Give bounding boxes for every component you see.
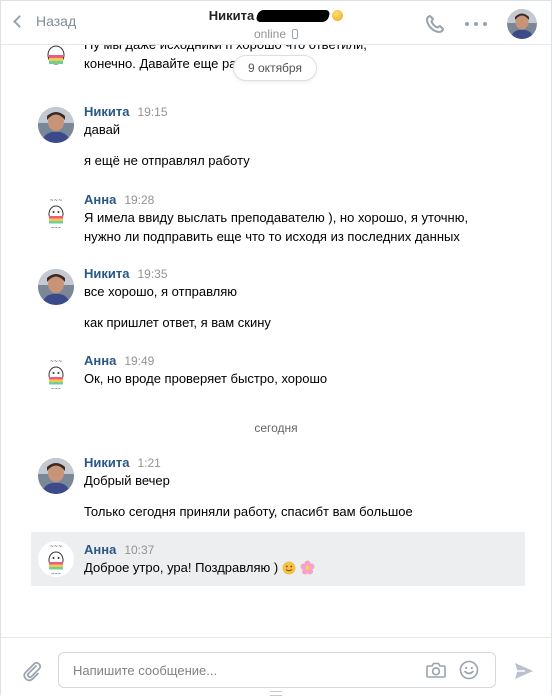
chevron-left-icon [13, 15, 26, 28]
message-input-box[interactable] [58, 652, 496, 688]
smile-emoji-icon [282, 561, 296, 574]
peer-avatar[interactable] [507, 9, 537, 39]
avatar[interactable]: ~~~ ~~~ [38, 356, 74, 392]
flower-emoji-icon [300, 560, 315, 575]
composer [1, 637, 551, 699]
resize-handle[interactable] [270, 691, 282, 696]
message-text: Ок, но вроде проверяет быстро, хорошо [84, 371, 328, 386]
avatar[interactable]: ~~~ ~~~ [38, 195, 74, 231]
mobile-icon [292, 29, 299, 39]
message-time[interactable]: 1:21 [137, 456, 160, 470]
message-time[interactable]: 19:28 [124, 193, 154, 207]
back-label: Назад [36, 13, 77, 29]
message-time[interactable]: 10:37 [124, 543, 154, 557]
svg-text:~~~: ~~~ [50, 359, 63, 365]
avatar[interactable] [38, 458, 74, 494]
avatar [38, 45, 74, 71]
smile-emoji-icon [332, 10, 344, 21]
message-text: я ещё не отправлял работу [84, 153, 250, 168]
message-text: как пришлет ответ, я вам скину [84, 315, 271, 330]
svg-text:~~~: ~~~ [51, 386, 61, 391]
more-icon[interactable] [465, 10, 487, 38]
avatar[interactable]: ~~~ ~~~ [38, 541, 74, 577]
message-text: все хорошо, я отправляю [84, 284, 238, 299]
message-group[interactable]: Никита 19:15 давай я ещё не отправлял ра… [31, 103, 525, 177]
svg-text:~~~: ~~~ [50, 544, 63, 550]
message-text: Только сегодня приняли работу, спасибт в… [84, 504, 413, 519]
chat-window: Назад Никита online 9 октября конечно. Д… [0, 0, 552, 699]
avatar[interactable] [38, 269, 74, 305]
message-text: Ну мы даже исходники п хорошо что ответи… [84, 45, 524, 54]
message-author[interactable]: Никита [84, 266, 129, 281]
day-separator: сегодня [254, 421, 298, 435]
message-group[interactable]: ~~~ ~~~ Анна 19:28 Я имела ввиду выслать… [31, 191, 525, 251]
svg-text:~~~: ~~~ [51, 571, 61, 576]
avatar[interactable] [38, 107, 74, 143]
peer-status: online [253, 27, 287, 41]
message-text: нужно ли подправить еще что то исходя из… [84, 229, 460, 244]
emoji-icon[interactable] [459, 660, 479, 680]
message-author[interactable]: Никита [84, 455, 129, 470]
phone-call-icon[interactable] [421, 10, 449, 38]
redaction-bar [255, 9, 331, 22]
svg-text:~~~: ~~~ [51, 225, 61, 230]
chat-header: Назад Никита online [1, 1, 551, 45]
peer-name: Никита [208, 8, 255, 23]
message-text: Доброе утро, ура! Поздравляю ) [84, 560, 279, 575]
svg-text:~~~: ~~~ [50, 198, 63, 204]
message-text: давай [84, 122, 121, 137]
message-group[interactable]: Никита 1:21 Добрый вечер Только сегодня … [31, 454, 525, 528]
message-author[interactable]: Анна [84, 542, 116, 557]
send-icon[interactable] [513, 660, 535, 682]
message-author[interactable]: Анна [84, 353, 116, 368]
message-text: Я имела ввиду выслать преподавателю ), н… [84, 210, 469, 225]
message-group[interactable]: Никита 19:35 все хорошо, я отправляю как… [31, 265, 525, 339]
message-group-highlighted[interactable]: ~~~ ~~~ Анна 10:37 Доброе утро, ура! Поз… [31, 532, 525, 586]
back-button[interactable]: Назад [13, 13, 77, 29]
paperclip-icon[interactable] [21, 660, 43, 682]
message-time[interactable]: 19:49 [124, 354, 154, 368]
message-time[interactable]: 19:15 [137, 105, 167, 119]
message-time[interactable]: 19:35 [137, 267, 167, 281]
chat-title[interactable]: Никита online [161, 8, 391, 41]
message-list[interactable]: Ну мы даже исходники п хорошо что ответи… [1, 45, 551, 637]
message-author[interactable]: Анна [84, 192, 116, 207]
message-input[interactable] [73, 653, 413, 687]
message-author[interactable]: Никита [84, 104, 129, 119]
camera-icon[interactable] [425, 660, 447, 680]
message-group[interactable]: ~~~ ~~~ Анна 19:49 Ок, но вроде проверяе… [31, 352, 525, 394]
date-pill: 9 октября [233, 55, 317, 81]
message-text: Добрый вечер [84, 473, 170, 488]
